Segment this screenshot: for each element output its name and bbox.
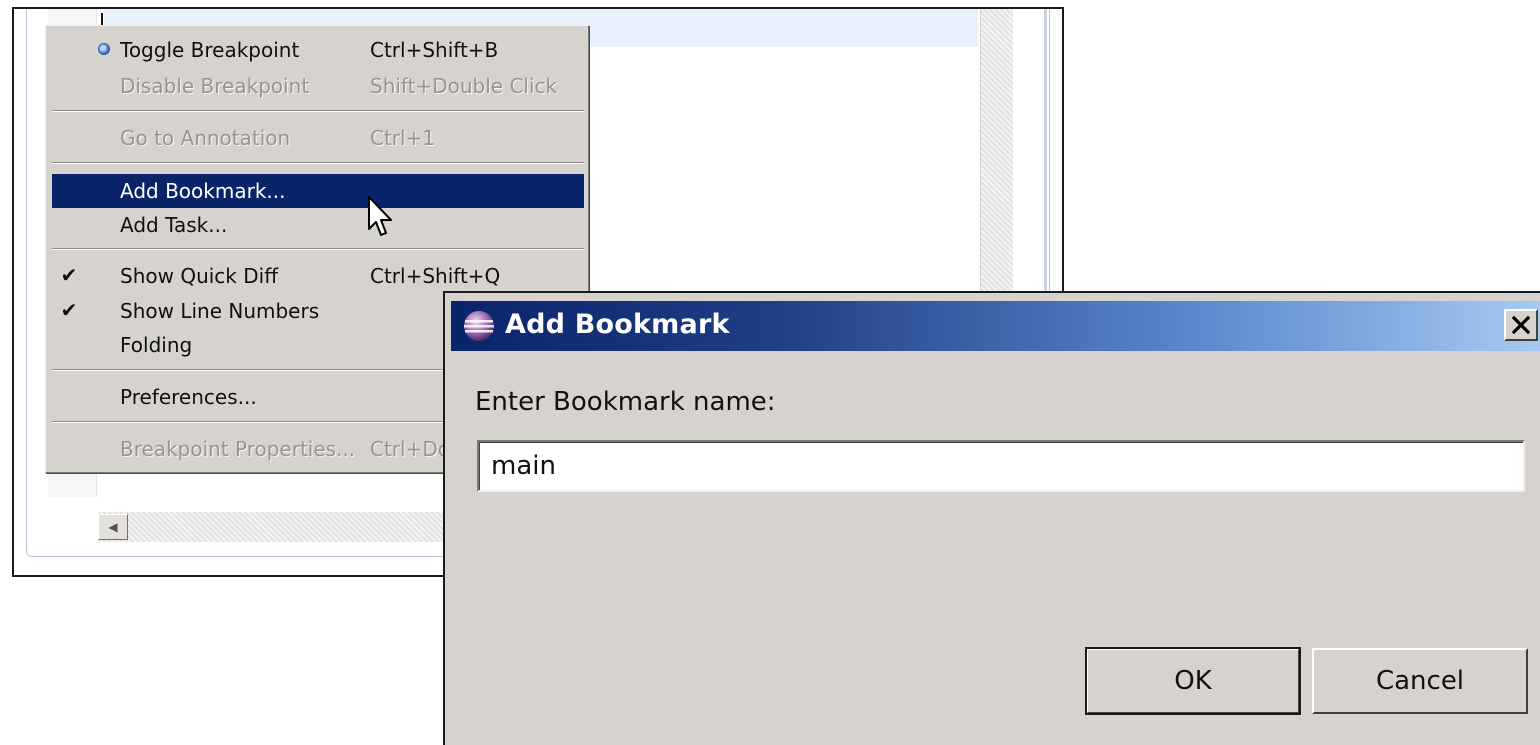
- close-icon: [1511, 315, 1531, 335]
- menu-separator: [52, 110, 584, 112]
- cancel-button[interactable]: Cancel: [1312, 648, 1528, 714]
- menu-separator: [52, 162, 584, 164]
- close-button[interactable]: [1504, 309, 1538, 341]
- menu-item-label: Folding: [120, 333, 193, 357]
- menu-item-label: Add Task...: [120, 213, 228, 237]
- menu-item-shortcut: Ctrl+1: [370, 126, 436, 150]
- menu-item-shortcut: Shift+Double Click: [370, 74, 558, 98]
- menu-item-label: Go to Annotation: [120, 126, 291, 150]
- menu-item-label: Show Line Numbers: [120, 299, 320, 323]
- scroll-left-button[interactable]: ◀: [98, 514, 128, 540]
- checkmark-icon: ✔: [60, 263, 78, 287]
- menu-item-disable-breakpoint[interactable]: Disable Breakpoint Shift+Double Click: [52, 69, 584, 103]
- ok-button[interactable]: OK: [1085, 647, 1301, 715]
- radio-selected-icon: [98, 43, 110, 55]
- menu-item-label: Disable Breakpoint: [120, 74, 310, 98]
- dialog-title: Add Bookmark: [505, 309, 730, 340]
- eclipse-icon: [464, 311, 494, 341]
- bookmark-name-label: Enter Bookmark name:: [475, 387, 776, 417]
- checkmark-icon: ✔: [60, 298, 78, 322]
- menu-item-go-to-annotation[interactable]: Go to Annotation Ctrl+1: [52, 121, 584, 155]
- menu-separator: [52, 248, 584, 250]
- menu-item-shortcut: Ctrl+Shift+B: [370, 38, 499, 62]
- menu-item-shortcut: Ctrl+Shift+Q: [370, 264, 501, 288]
- menu-item-label: Breakpoint Properties...: [120, 437, 356, 461]
- menu-item-label: Toggle Breakpoint: [120, 38, 300, 62]
- menu-item-label: Preferences...: [120, 385, 257, 409]
- menu-item-add-bookmark[interactable]: Add Bookmark...: [52, 174, 584, 208]
- dialog-titlebar[interactable]: Add Bookmark: [451, 301, 1540, 351]
- menu-item-add-task[interactable]: Add Task...: [52, 208, 584, 242]
- menu-item-label: Show Quick Diff: [120, 264, 278, 288]
- screen: ◀ Toggle Breakpoint Ctrl+Shift+B Disable…: [0, 0, 1540, 745]
- menu-item-toggle-breakpoint[interactable]: Toggle Breakpoint Ctrl+Shift+B: [52, 33, 584, 67]
- mouse-pointer-icon: [368, 196, 392, 236]
- menu-item-show-quick-diff[interactable]: ✔ Show Quick Diff Ctrl+Shift+Q: [52, 259, 584, 293]
- menu-item-label: Add Bookmark...: [120, 179, 286, 203]
- bookmark-name-input[interactable]: [477, 440, 1525, 492]
- menu-item-shortcut: Ctrl+Do: [370, 437, 450, 461]
- add-bookmark-dialog: Add Bookmark Enter Bookmark name: OK Can…: [443, 291, 1540, 745]
- chevron-left-icon: ◀: [108, 520, 118, 534]
